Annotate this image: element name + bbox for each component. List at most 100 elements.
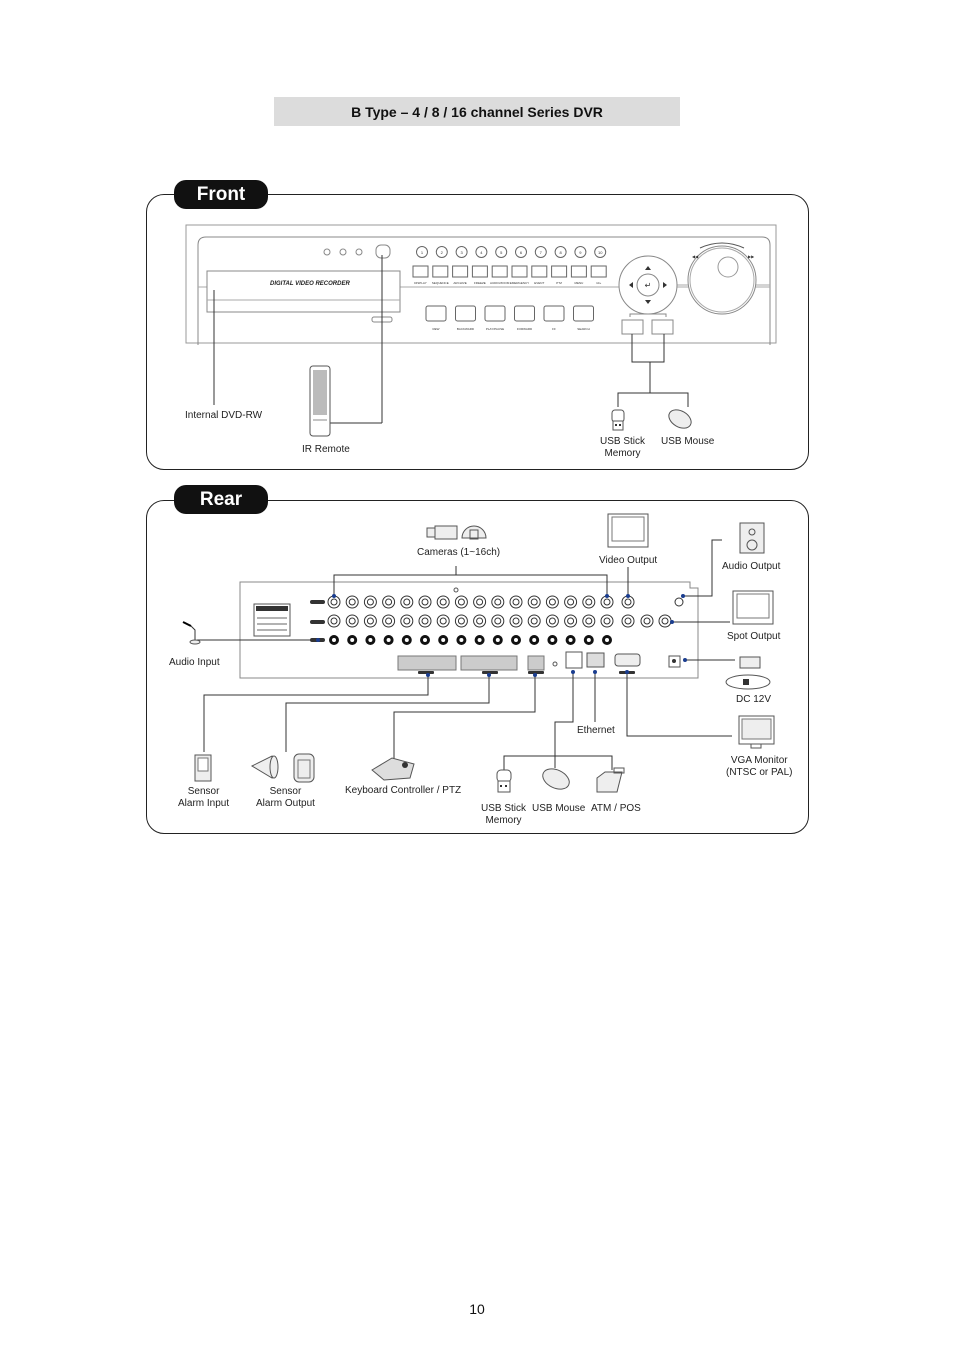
enter-icon: ↵ bbox=[645, 281, 652, 290]
playback-button[interactable]: FORWARD bbox=[514, 305, 535, 331]
label-ethernet: Ethernet bbox=[577, 725, 615, 736]
channel-connector bbox=[327, 595, 341, 645]
label-vga-monitor: VGA Monitor (NTSC or PAL) bbox=[726, 755, 793, 778]
channel-connector bbox=[545, 595, 559, 645]
channel-button-1[interactable]: 1 bbox=[416, 246, 428, 258]
function-button[interactable]: ARCHIVE bbox=[452, 265, 469, 285]
label-atm-pos: ATM / POS bbox=[591, 803, 641, 814]
svg-text:DISPLAY: DISPLAY bbox=[414, 281, 426, 285]
front-usb-port-1 bbox=[621, 319, 644, 335]
channel-connector bbox=[454, 595, 468, 645]
svg-text:ARCHIVE: ARCHIVE bbox=[453, 281, 466, 285]
alarm-in-terminal bbox=[397, 655, 457, 671]
svg-text:◀◀: ◀◀ bbox=[692, 254, 699, 259]
cameras-icon bbox=[426, 525, 487, 540]
connection-diagram: 1 2 3 4 5 6 7 8 9 10 DISPLAY SEQUENCE ARCHIVE FREEZE… bbox=[182, 224, 777, 793]
svg-text:SEQUENCE: SEQUENCE bbox=[432, 281, 449, 285]
channel-connector bbox=[582, 595, 596, 645]
ir-remote-icon bbox=[309, 365, 331, 437]
label-spot-output: Spot Output bbox=[727, 631, 781, 642]
channel-button-10[interactable]: 10 bbox=[594, 246, 607, 258]
function-button[interactable]: AUDIO/ZOOM bbox=[490, 265, 510, 285]
channel-button-3[interactable]: 3 bbox=[455, 246, 468, 258]
channel-button-2[interactable]: 2 bbox=[435, 246, 448, 258]
channel-connector bbox=[509, 595, 523, 645]
vga-port bbox=[614, 653, 641, 667]
channel-connector bbox=[491, 595, 505, 645]
channel-connector bbox=[382, 595, 396, 645]
function-button[interactable]: FREEZE bbox=[471, 265, 488, 285]
front-usb-port-2 bbox=[651, 319, 674, 335]
label-sensor-alarm-output: Sensor Alarm Output bbox=[256, 786, 315, 809]
video-monitor-icon bbox=[607, 513, 649, 548]
function-button[interactable]: SEQUENCE bbox=[432, 265, 449, 285]
speaker-icon bbox=[739, 522, 765, 554]
function-button[interactable]: EMERGENCY bbox=[510, 265, 529, 285]
output-connector bbox=[640, 614, 654, 628]
label-keyboard-controller: Keyboard Controller / PTZ bbox=[345, 785, 462, 796]
svg-text:EMERGENCY: EMERGENCY bbox=[510, 281, 529, 285]
siren-icon bbox=[250, 755, 279, 779]
label-usb-mouse-front: USB Mouse bbox=[661, 436, 715, 447]
svg-text:FORWARD: FORWARD bbox=[517, 327, 533, 331]
playback-button[interactable]: PLAY/PAUSE bbox=[484, 305, 506, 331]
label-cameras: Cameras (1~16ch) bbox=[417, 547, 501, 558]
channel-connector bbox=[345, 595, 359, 645]
svg-text:10+: 10+ bbox=[596, 281, 601, 285]
svg-text:AUDIO/ZOOM: AUDIO/ZOOM bbox=[490, 281, 510, 285]
channel-connector bbox=[564, 595, 578, 645]
channel-connector bbox=[473, 595, 487, 645]
channel-connector bbox=[527, 595, 541, 645]
svg-text:FF: FF bbox=[552, 327, 556, 331]
channel-button-9[interactable]: 9 bbox=[574, 246, 587, 258]
label-sensor-alarm-input: Sensor Alarm Input bbox=[178, 786, 230, 809]
channel-button-5[interactable]: 5 bbox=[495, 246, 508, 258]
dvr-brand-label: DIGITAL VIDEO RECORDER bbox=[270, 281, 350, 287]
direction-pad: ↵ bbox=[618, 255, 678, 315]
rs485-terminal bbox=[527, 655, 545, 671]
channel-connector bbox=[436, 595, 450, 645]
channel-button-4[interactable]: 4 bbox=[475, 246, 488, 258]
spot-monitor-icon bbox=[732, 590, 774, 625]
svg-text:▶▶: ▶▶ bbox=[748, 254, 755, 259]
channel-button-8[interactable]: 8 bbox=[554, 246, 567, 258]
label-usb-stick-rear: USB Stick Memory bbox=[481, 803, 527, 826]
microphone-icon bbox=[182, 621, 201, 645]
playback-button[interactable]: BACKWARD bbox=[455, 305, 476, 331]
output-connector bbox=[658, 614, 672, 628]
atm-pos-icon bbox=[596, 767, 625, 793]
function-button[interactable]: DISPLAY bbox=[412, 265, 429, 285]
svg-text:EVENT: EVENT bbox=[534, 281, 544, 285]
label-internal-dvd: Internal DVD-RW bbox=[185, 410, 263, 421]
channel-connector bbox=[400, 595, 414, 645]
svg-text:10: 10 bbox=[598, 250, 603, 255]
channel-button-6[interactable]: 6 bbox=[515, 246, 527, 258]
rear-usb-port bbox=[565, 651, 583, 669]
channel-connector bbox=[600, 595, 614, 645]
label-usb-stick-front: USB Stick Memory bbox=[600, 436, 646, 459]
ethernet-port bbox=[586, 652, 605, 668]
channel-button-7[interactable]: 7 bbox=[534, 246, 547, 258]
motion-sensor-icon bbox=[293, 753, 315, 783]
svg-text:BACKWARD: BACKWARD bbox=[457, 327, 475, 331]
output-connector bbox=[621, 614, 635, 628]
alarm-out-terminal bbox=[460, 655, 518, 671]
channel-connector bbox=[363, 595, 377, 645]
svg-text:PTZ: PTZ bbox=[556, 281, 562, 285]
usb-stick-icon bbox=[611, 409, 625, 431]
usb-mouse-icon bbox=[668, 409, 692, 429]
label-usb-mouse-rear: USB Mouse bbox=[532, 803, 586, 814]
audio-out-connector bbox=[674, 597, 684, 607]
keyboard-controller-icon bbox=[371, 757, 415, 781]
channel-connector bbox=[418, 595, 432, 645]
label-video-output: Video Output bbox=[599, 555, 658, 566]
label-ir-remote: IR Remote bbox=[302, 444, 350, 455]
usb-stick-icon bbox=[496, 769, 512, 793]
power-adapter-icon bbox=[725, 656, 771, 690]
svg-text:PLAY/PAUSE: PLAY/PAUSE bbox=[486, 327, 504, 331]
label-audio-output: Audio Output bbox=[722, 561, 781, 572]
svg-text:REW: REW bbox=[433, 327, 440, 331]
usb-mouse-icon bbox=[542, 768, 570, 790]
svg-text:MENU: MENU bbox=[574, 281, 583, 285]
svg-text:SEARCH: SEARCH bbox=[577, 327, 590, 331]
